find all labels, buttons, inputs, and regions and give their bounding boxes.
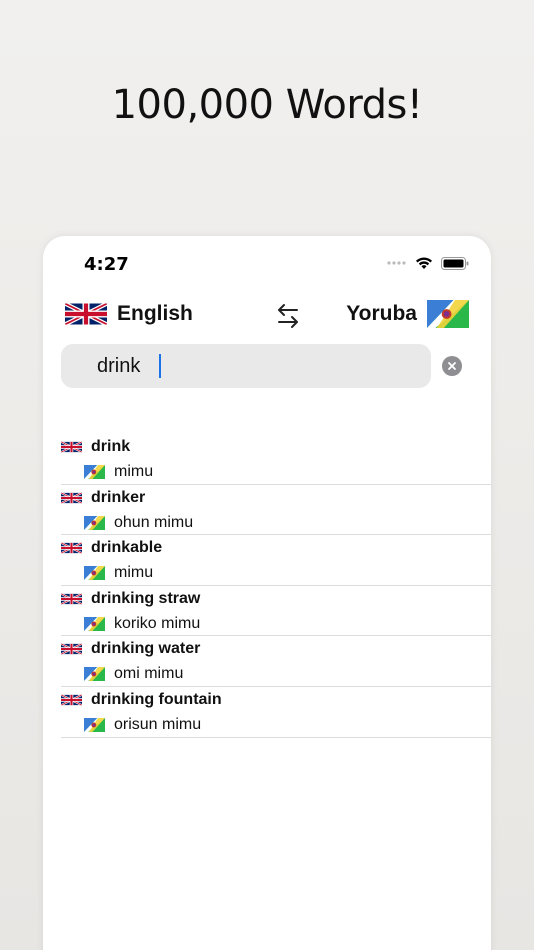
yoruba-flag-icon — [84, 516, 105, 530]
yoruba-translation: omi mimu — [114, 665, 184, 683]
swap-arrows-icon[interactable] — [275, 302, 301, 330]
source-language-selector[interactable]: English — [65, 300, 193, 328]
wifi-icon — [416, 257, 432, 269]
uk-flag-icon — [61, 693, 82, 707]
yoruba-flag-icon — [84, 718, 105, 732]
result-row[interactable]: drinker ohun mimu — [61, 485, 491, 536]
result-row[interactable]: drinking water omi mimu — [61, 636, 491, 687]
uk-flag-icon — [61, 642, 82, 656]
uk-flag-icon — [61, 541, 82, 555]
target-language-selector[interactable]: Yoruba — [346, 300, 469, 328]
yoruba-translation: mimu — [114, 463, 154, 480]
signal-icon — [387, 261, 406, 265]
yoruba-flag-icon — [84, 465, 105, 479]
yoruba-flag-icon — [84, 566, 105, 580]
yoruba-flag-icon — [84, 617, 105, 631]
yoruba-translation: mimu — [114, 564, 154, 582]
search-input[interactable] — [97, 354, 397, 378]
uk-flag-icon — [61, 592, 82, 606]
yoruba-translation: koriko mimu — [114, 614, 201, 632]
yoruba-translation: ohun mimu — [114, 513, 194, 531]
english-word: drinker — [91, 488, 146, 506]
target-language-label: Yoruba — [346, 302, 417, 325]
yoruba-translation: orisun mimu — [114, 715, 202, 733]
yoruba-flag-icon — [427, 300, 469, 328]
english-word: drink — [91, 438, 131, 455]
result-row[interactable]: drinking straw koriko mimu — [61, 586, 491, 637]
phone-screen: 4:27 English Yoruba drink drink mimu dri… — [43, 236, 491, 950]
yoruba-flag-icon — [84, 667, 105, 681]
uk-flag-icon — [61, 440, 82, 454]
results-list: drink mimu drinker ohun mimu drinkable m… — [43, 434, 491, 738]
headline: 100,000 Words! — [111, 82, 423, 128]
status-icons — [387, 256, 469, 270]
result-row[interactable]: drinking fountain orisun mimu — [61, 687, 491, 738]
english-word: drinkable — [91, 539, 163, 557]
result-row[interactable]: drink mimu — [61, 434, 491, 485]
english-word: drinking straw — [91, 589, 201, 607]
text-caret — [159, 354, 161, 378]
uk-flag-icon — [61, 491, 82, 505]
status-time: 4:27 — [84, 254, 129, 275]
clear-search-icon[interactable] — [442, 356, 462, 376]
result-row[interactable]: drinkable mimu — [61, 535, 491, 586]
source-language-label: English — [117, 302, 193, 325]
battery-icon — [441, 256, 469, 270]
search-field[interactable] — [61, 344, 431, 388]
english-word: drinking fountain — [91, 690, 222, 708]
language-bar: English Yoruba — [65, 300, 469, 332]
uk-flag-icon — [65, 300, 107, 328]
english-word: drinking water — [91, 640, 201, 658]
